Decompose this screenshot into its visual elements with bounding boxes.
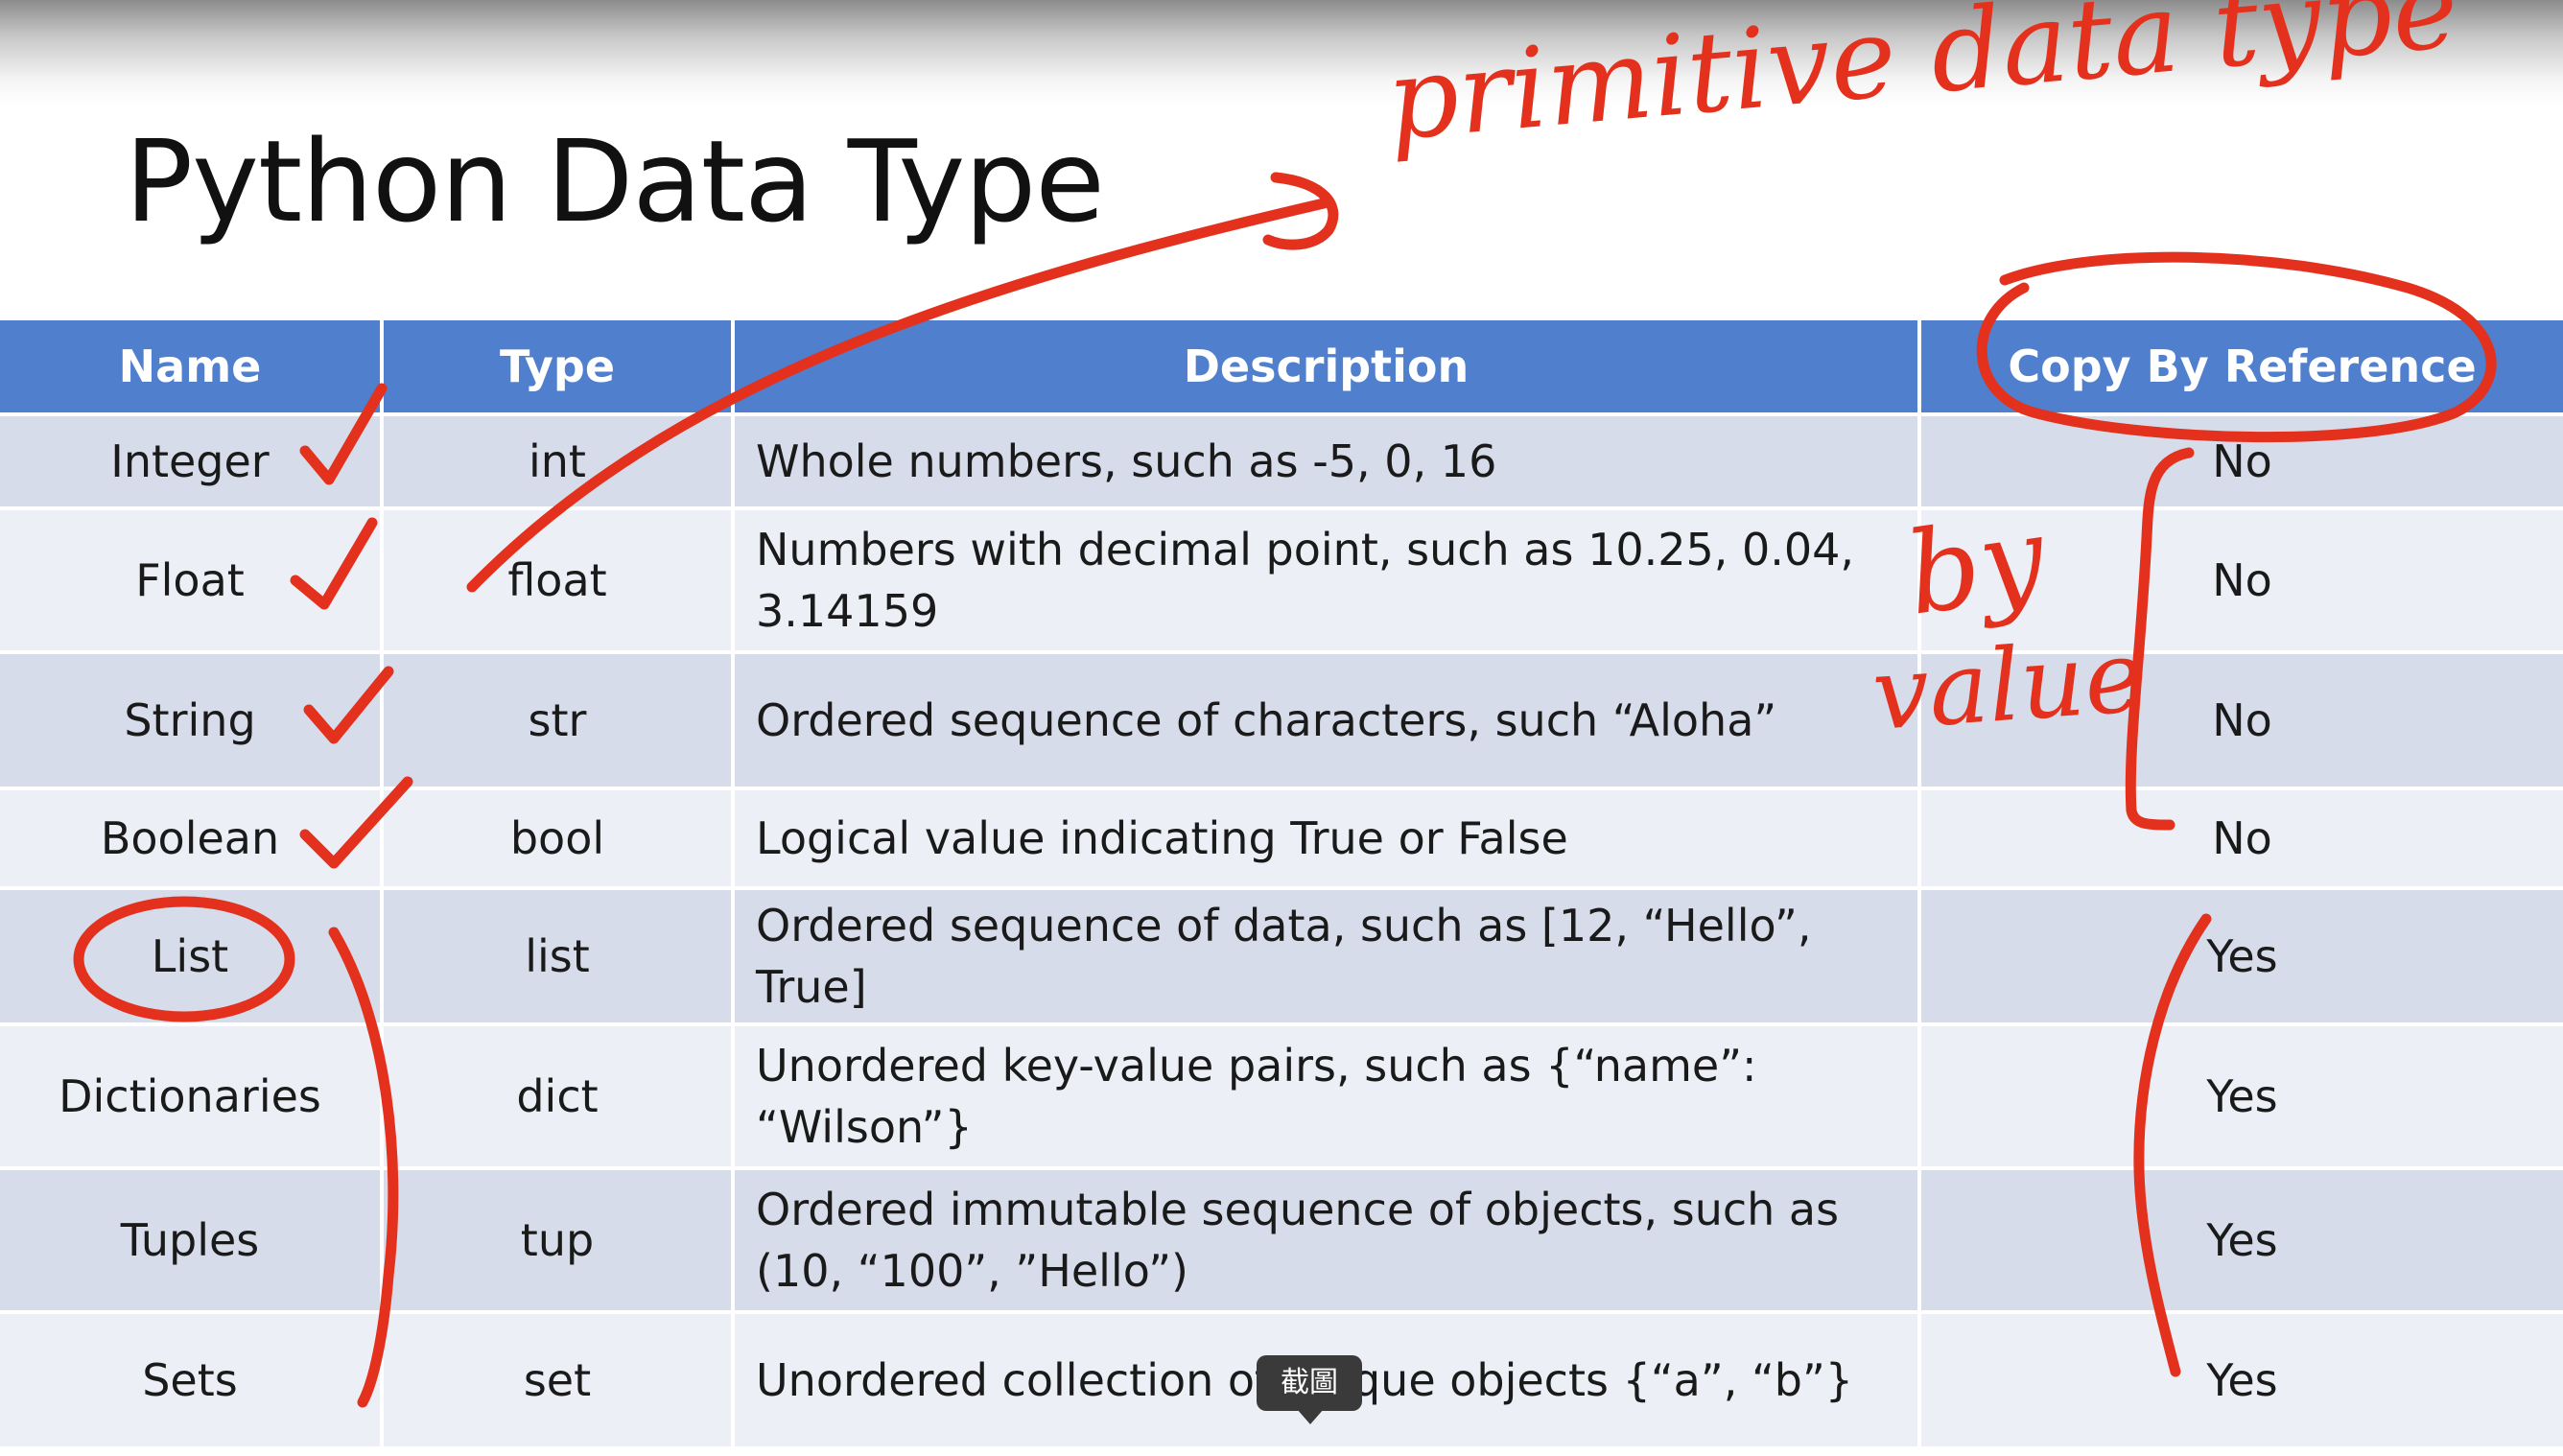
cell-copy-by-reference: Yes <box>1919 1310 2563 1446</box>
screenshot-tooltip: 截圖 <box>1257 1355 1362 1411</box>
cell-type: int <box>382 412 735 508</box>
cell-name: Dictionaries <box>0 1022 384 1168</box>
arrow-head <box>1262 172 1339 250</box>
cell-description: Ordered sequence of characters, such “Al… <box>733 650 1921 788</box>
cell-copy-by-reference: Yes <box>1919 886 2563 1024</box>
cell-type: str <box>382 650 735 788</box>
cell-name: Integer <box>0 412 384 508</box>
cell-type: set <box>382 1310 735 1446</box>
cell-description: Numbers with decimal point, such as 10.2… <box>733 506 1921 652</box>
header-name: Name <box>0 320 384 414</box>
table-row: Integer int Whole numbers, such as -5, 0… <box>0 412 2563 508</box>
cell-description: Ordered sequence of data, such as [12, “… <box>733 886 1921 1024</box>
cell-copy-by-reference: No <box>1919 787 2563 888</box>
cell-description: Ordered immutable sequence of objects, s… <box>733 1166 1921 1312</box>
cell-name: String <box>0 650 384 788</box>
header-copy-by-reference: Copy By Reference <box>1919 320 2563 414</box>
cell-name: Tuples <box>0 1166 384 1312</box>
cell-type: bool <box>382 787 735 888</box>
cell-name: Float <box>0 506 384 652</box>
table-row: Float float Numbers with decimal point, … <box>0 506 2563 652</box>
table-row: Dictionaries dict Unordered key-value pa… <box>0 1022 2563 1168</box>
top-shade <box>0 0 2563 106</box>
table-row: List list Ordered sequence of data, such… <box>0 886 2563 1024</box>
cell-copy-by-reference: No <box>1919 412 2563 508</box>
cell-type: dict <box>382 1022 735 1168</box>
tooltip-tail <box>1297 1409 1324 1424</box>
cell-type: list <box>382 886 735 1024</box>
data-type-table: Name Type Description Copy By Reference … <box>0 320 2563 1446</box>
cell-type: float <box>382 506 735 652</box>
cell-description: Unordered key-value pairs, such as {“nam… <box>733 1022 1921 1168</box>
cell-copy-by-reference: Yes <box>1919 1166 2563 1312</box>
page-title: Python Data Type <box>125 115 1105 247</box>
cell-description: Whole numbers, such as -5, 0, 16 <box>733 412 1921 508</box>
table-row: Boolean bool Logical value indicating Tr… <box>0 787 2563 888</box>
cell-description: Logical value indicating True or False <box>733 787 1921 888</box>
cell-name: Sets <box>0 1310 384 1446</box>
slide: Python Data Type Name Type Description C… <box>0 0 2563 1456</box>
cell-name: Boolean <box>0 787 384 888</box>
table-row: String str Ordered sequence of character… <box>0 650 2563 788</box>
table-row: Tuples tup Ordered immutable sequence of… <box>0 1166 2563 1312</box>
header-type: Type <box>382 320 735 414</box>
cell-type: tup <box>382 1166 735 1312</box>
table-header-row: Name Type Description Copy By Reference <box>0 320 2563 414</box>
cell-copy-by-reference: Yes <box>1919 1022 2563 1168</box>
cell-copy-by-reference: No <box>1919 506 2563 652</box>
header-description: Description <box>733 320 1921 414</box>
cell-name: List <box>0 886 384 1024</box>
cell-copy-by-reference: No <box>1919 650 2563 788</box>
